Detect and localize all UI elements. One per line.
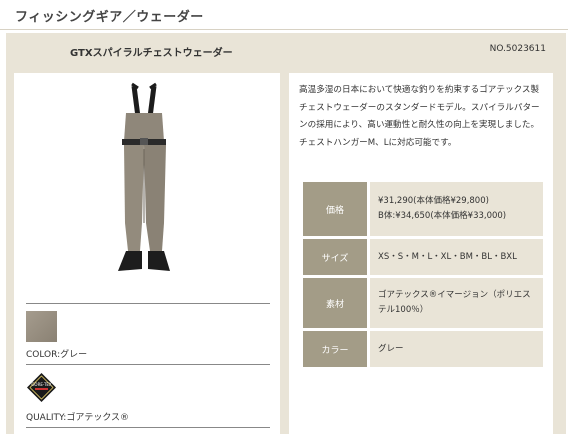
image-divider — [26, 303, 270, 304]
spec-label: 価格 — [303, 182, 367, 236]
quality-divider — [26, 427, 270, 428]
product-description: 高温多湿の日本において快適な釣りを約束するゴアテックス製チェストウェーダーのスタ… — [299, 85, 540, 148]
spec-row-material: 素材 ゴアテックス®イマージョン（ポリエステル100％） — [303, 278, 543, 328]
color-line: グレー — [378, 343, 404, 354]
size-line: XS・S・M・L・XL・BM・BL・BXL — [378, 251, 517, 262]
spec-value: XS・S・M・L・XL・BM・BL・BXL — [370, 239, 543, 275]
quality-label: QUALITY:ゴアテックス® — [26, 413, 130, 423]
spec-row-price: 価格 ¥31,290(本体価格¥29,800) B体:¥34,650(本体価格¥… — [303, 182, 543, 236]
spec-value: ゴアテックス®イマージョン（ポリエステル100％） — [370, 278, 543, 328]
color-label: COLOR:グレー — [26, 350, 88, 360]
product-number: NO.5023611 — [489, 44, 546, 54]
spec-label: カラー — [303, 331, 367, 367]
spec-table: 価格 ¥31,290(本体価格¥29,800) B体:¥34,650(本体価格¥… — [303, 182, 543, 370]
spec-row-size: サイズ XS・S・M・L・XL・BM・BL・BXL — [303, 239, 543, 275]
spec-value: ¥31,290(本体価格¥29,800) B体:¥34,650(本体価格¥33,… — [370, 182, 543, 236]
spec-row-color: カラー グレー — [303, 331, 543, 367]
color-swatch[interactable] — [26, 311, 57, 342]
spec-label: サイズ — [303, 239, 367, 275]
breadcrumb: フィッシングギア／ウェーダー — [15, 10, 204, 25]
header-divider — [0, 29, 568, 30]
product-title: GTXスパイラルチェストウェーダー — [70, 48, 233, 59]
material-line: ゴアテックス®イマージョン（ポリエステル100％） — [378, 290, 531, 315]
gore-tex-logo-icon: GORE-TEX — [27, 373, 56, 402]
price-line-b: B体:¥34,650(本体価格¥33,000) — [378, 211, 507, 221]
price-line: ¥31,290(本体価格¥29,800) — [378, 196, 489, 206]
logo-text: GORE-TEX — [31, 382, 52, 387]
wader-product-image — [118, 82, 170, 271]
spec-label: 素材 — [303, 278, 367, 328]
spec-value: グレー — [370, 331, 543, 367]
color-divider — [26, 364, 270, 365]
